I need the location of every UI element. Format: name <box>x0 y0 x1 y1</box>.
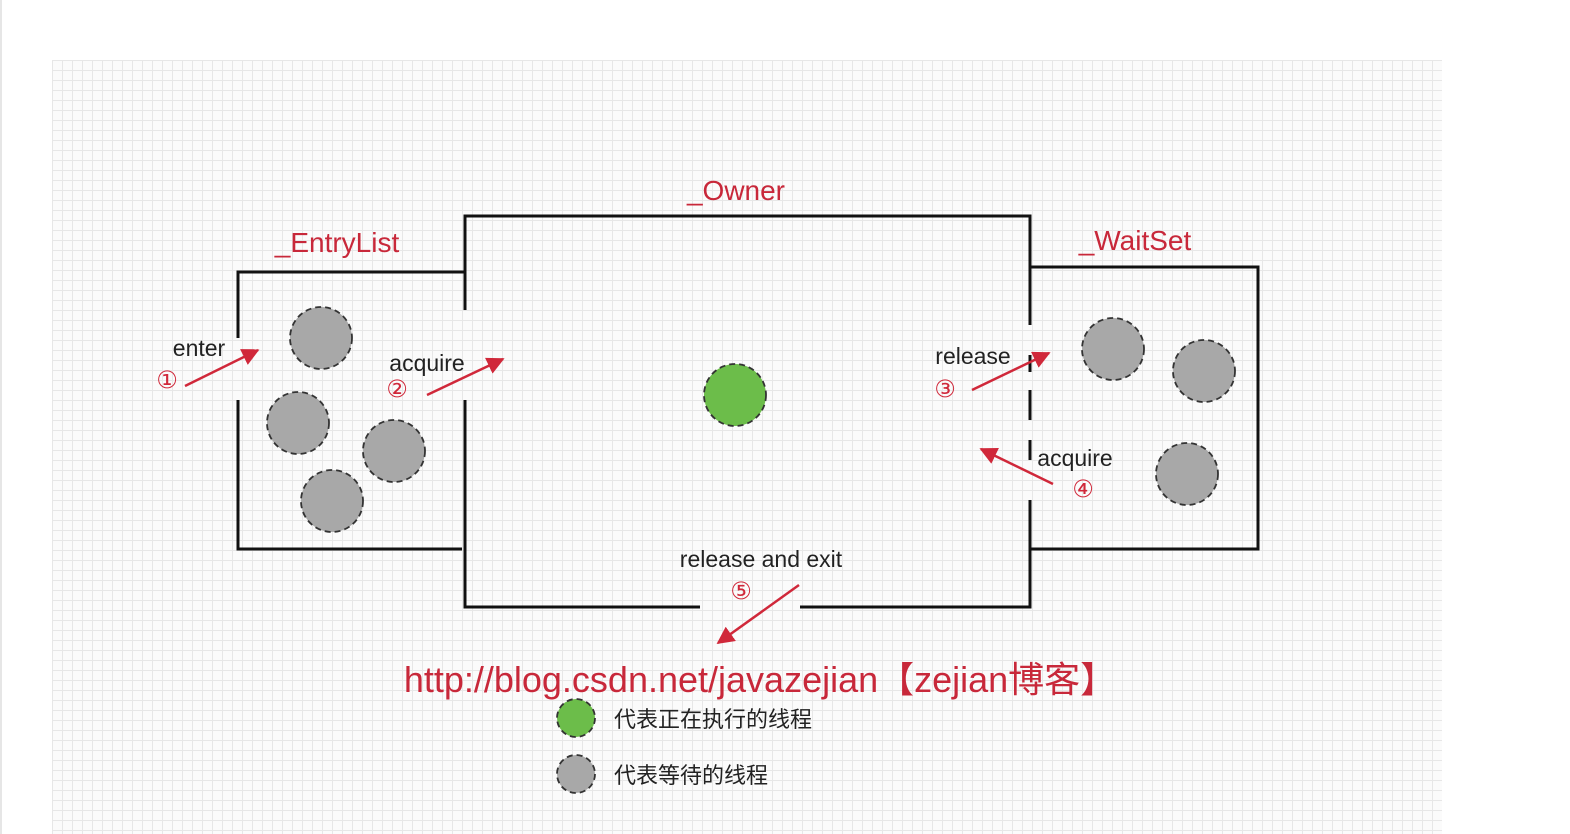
waiting-thread-icon <box>362 419 426 483</box>
waiting-thread-icon <box>1081 317 1145 381</box>
step-label: acquire <box>389 350 464 376</box>
step-acquire-entry: acquire ② <box>386 350 505 403</box>
running-thread-icon <box>703 363 767 427</box>
step-release: release ③ <box>934 343 1051 403</box>
wait-set-box <box>1030 265 1260 551</box>
monitor-diagram: _EntryList _Owner _WaitSet enter ① acqui… <box>156 175 1260 794</box>
legend-waiting-icon <box>556 754 596 794</box>
step-number: ③ <box>934 375 956 403</box>
step-label: release <box>935 343 1010 369</box>
legend-running-label: 代表正在执行的线程 <box>614 708 812 733</box>
step-label: release and exit <box>680 546 843 572</box>
owner-label: _Owner <box>686 175 785 206</box>
watermark-url: http://blog.csdn.net/javazejian【zejian博客… <box>404 659 1116 700</box>
step-acquire-waitset: acquire ④ <box>979 445 1113 503</box>
legend-waiting-label: 代表等待的线程 <box>614 764 768 789</box>
step-release-exit: release and exit ⑤ <box>680 546 843 645</box>
legend-running-icon <box>556 698 596 738</box>
legend: 代表正在执行的线程 代表等待的线程 <box>556 698 812 794</box>
waiting-thread-icon <box>1172 339 1236 403</box>
step-number: ④ <box>1072 475 1094 503</box>
step-enter: enter ① <box>156 335 260 394</box>
waiting-thread-icon <box>289 306 353 370</box>
waiting-thread-icon <box>300 469 364 533</box>
waiting-thread-icon <box>1155 442 1219 506</box>
entry-list-label: _EntryList <box>274 227 400 258</box>
step-number: ⑤ <box>730 577 752 605</box>
step-number: ② <box>386 375 408 403</box>
step-label: enter <box>173 335 226 361</box>
wait-set-label: _WaitSet <box>1078 225 1192 256</box>
step-label: acquire <box>1037 445 1112 471</box>
step-number: ① <box>156 366 178 394</box>
waiting-thread-icon <box>266 391 330 455</box>
